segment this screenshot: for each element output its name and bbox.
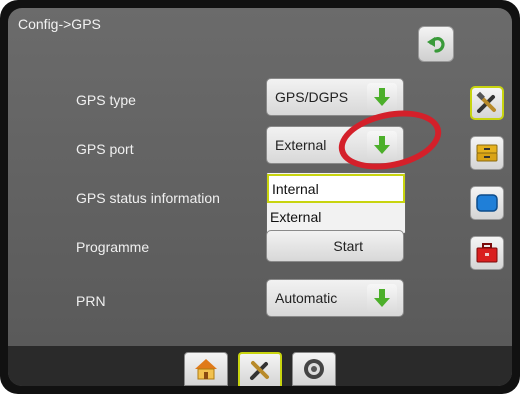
sidebar-tools-button[interactable] <box>470 86 504 120</box>
prn-value: Automatic <box>275 290 338 306</box>
bottom-navigation-bar <box>8 346 512 386</box>
undo-arrow-icon <box>427 37 445 53</box>
gps-port-value: External <box>275 137 327 153</box>
dropdown-option-external[interactable]: External <box>267 204 405 233</box>
home-icon <box>195 359 217 380</box>
device-frame: Config->GPS GPS type GPS/DGPS GPS port E… <box>0 0 520 394</box>
prn-label: PRN <box>76 293 106 309</box>
prn-dropdown-button[interactable] <box>367 284 397 312</box>
gps-type-label: GPS type <box>76 92 136 108</box>
programme-start-button[interactable]: Start <box>266 230 404 262</box>
wheel-icon <box>304 359 324 379</box>
gps-type-value: GPS/DGPS <box>275 89 349 105</box>
right-sidebar <box>470 78 504 296</box>
down-arrow-icon <box>374 289 390 307</box>
screen: Config->GPS GPS type GPS/DGPS GPS port E… <box>8 8 512 386</box>
tools-tab[interactable] <box>238 352 282 386</box>
programme-label: Programme <box>76 239 150 255</box>
tools-icon <box>476 91 496 113</box>
gps-port-dropdown-list: Internal External <box>266 172 406 234</box>
toolbox-icon <box>476 243 498 263</box>
home-tab[interactable] <box>184 352 228 386</box>
storage-drawer-icon <box>476 144 498 162</box>
sidebar-storage-button[interactable] <box>470 136 504 170</box>
gps-status-label: GPS status information <box>76 190 220 206</box>
back-button[interactable] <box>418 26 454 62</box>
gps-port-label: GPS port <box>76 141 134 157</box>
sidebar-display-button[interactable] <box>470 186 504 220</box>
dropdown-option-internal[interactable]: Internal <box>267 174 405 203</box>
tools-icon <box>250 361 269 380</box>
down-arrow-icon <box>374 88 390 106</box>
gps-type-field[interactable]: GPS/DGPS <box>266 78 404 116</box>
page-title: Config->GPS <box>18 16 101 32</box>
programme-value: Start <box>333 238 363 254</box>
wheel-tab[interactable] <box>292 352 336 386</box>
prn-field[interactable]: Automatic <box>266 279 404 317</box>
gps-type-dropdown-button[interactable] <box>367 83 397 111</box>
sidebar-toolbox-button[interactable] <box>470 236 504 270</box>
display-screen-icon <box>476 194 498 212</box>
